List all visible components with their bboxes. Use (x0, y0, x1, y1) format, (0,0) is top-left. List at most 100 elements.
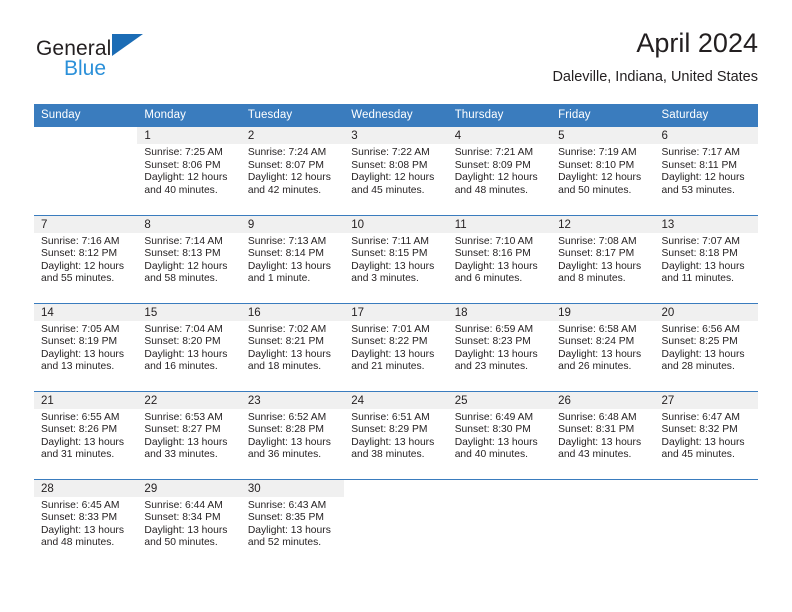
day-number: 21 (34, 391, 138, 409)
calendar-week-row: 7 Sunrise: 7:16 AM Sunset: 8:12 PM Daylight… (34, 214, 758, 303)
sunrise-time: Sunrise: 7:07 AM (661, 235, 740, 247)
calendar-day-cell[interactable]: 15 Sunrise: 7:04 AM Sunset: 8:20 PM Dayligh… (137, 302, 241, 391)
sunrise-time: Sunrise: 7:10 AM (454, 235, 534, 247)
daylight-duration-line1: Daylight: 13 hours (558, 260, 642, 272)
calendar-day-cell[interactable]: 18 Sunrise: 6:59 AM Sunset: 8:23 PM Dayligh… (447, 302, 552, 391)
calendar-day-cell[interactable]: 1 Sunrise: 7:25 AM Sunset: 8:06 PM Daylight… (137, 127, 241, 215)
day-details: Sunrise: 7:22 AM Sunset: 8:08 PM Daylight:… (344, 144, 447, 197)
weekday-header-thursday: Thursday (447, 104, 552, 127)
daylight-duration-line2: and 8 minutes. (558, 273, 626, 285)
day-number: 6 (654, 127, 758, 144)
sunset-time: Sunset: 8:14 PM (247, 248, 324, 260)
calendar-day-cell[interactable]: 3 Sunrise: 7:22 AM Sunset: 8:08 PM Daylight… (344, 127, 448, 215)
weekday-header-monday: Monday (137, 104, 241, 127)
sunrise-time: Sunrise: 6:58 AM (558, 323, 637, 335)
calendar-day-cell[interactable]: 8 Sunrise: 7:14 AM Sunset: 8:13 PM Daylight… (137, 214, 241, 303)
daylight-duration-line2: and 33 minutes. (144, 449, 218, 461)
sunset-time: Sunset: 8:34 PM (144, 512, 221, 524)
page-header: General Blue April 2024 Daleville, India… (0, 0, 792, 85)
calendar-day-cell[interactable]: 13 Sunrise: 7:07 AM Sunset: 8:18 PM Dayligh… (654, 214, 758, 303)
day-details: Sunrise: 6:51 AM Sunset: 8:29 PM Daylight:… (344, 409, 447, 462)
day-details: Sunrise: 7:17 AM Sunset: 8:11 PM Daylight:… (655, 144, 758, 197)
day-details: Sunrise: 7:11 AM Sunset: 8:15 PM Daylight:… (344, 233, 447, 286)
calendar-day-cell[interactable]: 11 Sunrise: 7:10 AM Sunset: 8:16 PM Dayligh… (447, 214, 552, 303)
sunrise-time: Sunrise: 6:43 AM (247, 499, 327, 511)
sunset-time: Sunset: 8:33 PM (41, 512, 118, 524)
daylight-duration-line1: Daylight: 13 hours (558, 436, 642, 448)
calendar-day-cell[interactable]: 16 Sunrise: 7:02 AM Sunset: 8:21 PM Dayligh… (240, 302, 345, 391)
sunrise-time: Sunrise: 7:16 AM (41, 235, 120, 247)
day-number: 30 (240, 479, 345, 497)
sunset-time: Sunset: 8:30 PM (454, 424, 531, 436)
daylight-duration-line2: and 23 minutes. (454, 361, 528, 373)
calendar-day-cell[interactable]: 4 Sunrise: 7:21 AM Sunset: 8:09 PM Daylight… (447, 127, 552, 215)
brand-logo[interactable]: General Blue (36, 34, 144, 79)
calendar-day-cell[interactable]: 5 Sunrise: 7:19 AM Sunset: 8:10 PM Daylight… (551, 127, 655, 215)
day-details: Sunrise: 7:25 AM Sunset: 8:06 PM Daylight:… (137, 144, 240, 197)
daylight-duration-line1: Daylight: 13 hours (247, 436, 331, 448)
calendar-day-cell[interactable]: 19 Sunrise: 6:58 AM Sunset: 8:24 PM Dayligh… (551, 302, 655, 391)
day-number: 18 (447, 303, 552, 321)
calendar-day-cell[interactable]: 2 Sunrise: 7:24 AM Sunset: 8:07 PM Daylight… (240, 127, 345, 215)
day-details: Sunrise: 7:04 AM Sunset: 8:20 PM Daylight:… (137, 321, 240, 374)
calendar-day-cell[interactable]: 28 Sunrise: 6:45 AM Sunset: 8:33 PM Dayligh… (34, 478, 138, 567)
sunset-time: Sunset: 8:19 PM (41, 336, 118, 348)
day-number: 17 (344, 303, 448, 321)
calendar-day-cell-empty (447, 478, 552, 567)
sunset-time: Sunset: 8:12 PM (41, 248, 118, 260)
calendar-day-cell[interactable]: 10 Sunrise: 7:11 AM Sunset: 8:15 PM Dayligh… (344, 214, 448, 303)
brand-logo-top: General (36, 34, 144, 59)
calendar-day-cell[interactable]: 20 Sunrise: 6:56 AM Sunset: 8:25 PM Dayligh… (654, 302, 758, 391)
calendar-day-cell[interactable]: 17 Sunrise: 7:01 AM Sunset: 8:22 PM Dayligh… (344, 302, 448, 391)
day-details: Sunrise: 6:52 AM Sunset: 8:28 PM Daylight:… (241, 409, 344, 462)
sunset-time: Sunset: 8:21 PM (247, 336, 324, 348)
calendar-day-cell[interactable]: 7 Sunrise: 7:16 AM Sunset: 8:12 PM Daylight… (34, 214, 138, 303)
sunset-time: Sunset: 8:22 PM (351, 336, 428, 348)
sunrise-time: Sunrise: 6:59 AM (454, 323, 534, 335)
calendar-day-cell-empty (551, 478, 655, 567)
day-details: Sunrise: 6:44 AM Sunset: 8:34 PM Daylight:… (137, 497, 240, 550)
daylight-duration-line1: Daylight: 13 hours (144, 436, 228, 448)
day-number: 28 (34, 479, 138, 497)
sunrise-time: Sunrise: 6:51 AM (351, 411, 430, 423)
daylight-duration-line1: Daylight: 13 hours (351, 436, 435, 448)
calendar-day-cell[interactable]: 12 Sunrise: 7:08 AM Sunset: 8:17 PM Dayligh… (551, 214, 655, 303)
calendar-day-cell[interactable]: 24 Sunrise: 6:51 AM Sunset: 8:29 PM Dayligh… (344, 390, 448, 479)
calendar-day-cell[interactable]: 14 Sunrise: 7:05 AM Sunset: 8:19 PM Dayligh… (34, 302, 138, 391)
calendar-day-cell[interactable]: 26 Sunrise: 6:48 AM Sunset: 8:31 PM Dayligh… (551, 390, 655, 479)
calendar-day-cell[interactable]: 22 Sunrise: 6:53 AM Sunset: 8:27 PM Dayligh… (137, 390, 241, 479)
calendar-header-row: Sunday Monday Tuesday Wednesday Thursday… (34, 104, 758, 127)
calendar-page: General Blue April 2024 Daleville, India… (0, 0, 792, 612)
calendar-day-cell[interactable]: 23 Sunrise: 6:52 AM Sunset: 8:28 PM Dayligh… (240, 390, 345, 479)
day-number: 8 (137, 215, 241, 233)
calendar-day-cell[interactable]: 25 Sunrise: 6:49 AM Sunset: 8:30 PM Dayligh… (447, 390, 552, 479)
daylight-duration-line2: and 55 minutes. (41, 273, 115, 285)
calendar-day-cell[interactable]: 29 Sunrise: 6:44 AM Sunset: 8:34 PM Dayligh… (137, 478, 241, 567)
daylight-duration-line1: Daylight: 12 hours (144, 172, 228, 184)
calendar-day-cell[interactable]: 21 Sunrise: 6:55 AM Sunset: 8:26 PM Dayligh… (34, 390, 138, 479)
sunset-time: Sunset: 8:18 PM (661, 248, 738, 260)
sunset-time: Sunset: 8:29 PM (351, 424, 428, 436)
sunrise-time: Sunrise: 7:08 AM (558, 235, 637, 247)
calendar-day-cell[interactable]: 30 Sunrise: 6:43 AM Sunset: 8:35 PM Dayligh… (240, 478, 345, 567)
sunrise-time: Sunrise: 6:48 AM (558, 411, 637, 423)
calendar-day-cell[interactable]: 6 Sunrise: 7:17 AM Sunset: 8:11 PM Daylight… (654, 127, 758, 215)
day-details: Sunrise: 6:43 AM Sunset: 8:35 PM Daylight:… (241, 497, 344, 550)
calendar-day-cell[interactable]: 9 Sunrise: 7:13 AM Sunset: 8:14 PM Daylight… (240, 214, 345, 303)
day-details: Sunrise: 6:56 AM Sunset: 8:25 PM Daylight:… (655, 321, 758, 374)
sunset-time: Sunset: 8:06 PM (144, 159, 221, 171)
daylight-duration-line1: Daylight: 13 hours (144, 348, 228, 360)
day-number: 13 (654, 215, 758, 233)
daylight-duration-line1: Daylight: 13 hours (351, 260, 435, 272)
day-number (655, 480, 758, 497)
calendar-day-cell[interactable]: 27 Sunrise: 6:47 AM Sunset: 8:32 PM Dayligh… (654, 390, 758, 479)
daylight-duration-line2: and 48 minutes. (41, 537, 115, 549)
day-details: Sunrise: 7:02 AM Sunset: 8:21 PM Daylight:… (241, 321, 344, 374)
day-number: 4 (447, 127, 552, 144)
day-details: Sunrise: 7:21 AM Sunset: 8:09 PM Daylight:… (448, 144, 551, 197)
sunrise-time: Sunrise: 7:19 AM (558, 147, 637, 158)
daylight-duration-line1: Daylight: 12 hours (454, 172, 538, 184)
daylight-duration-line2: and 52 minutes. (247, 537, 322, 549)
day-number: 23 (240, 391, 345, 409)
calendar-day-cell-empty (654, 478, 758, 567)
